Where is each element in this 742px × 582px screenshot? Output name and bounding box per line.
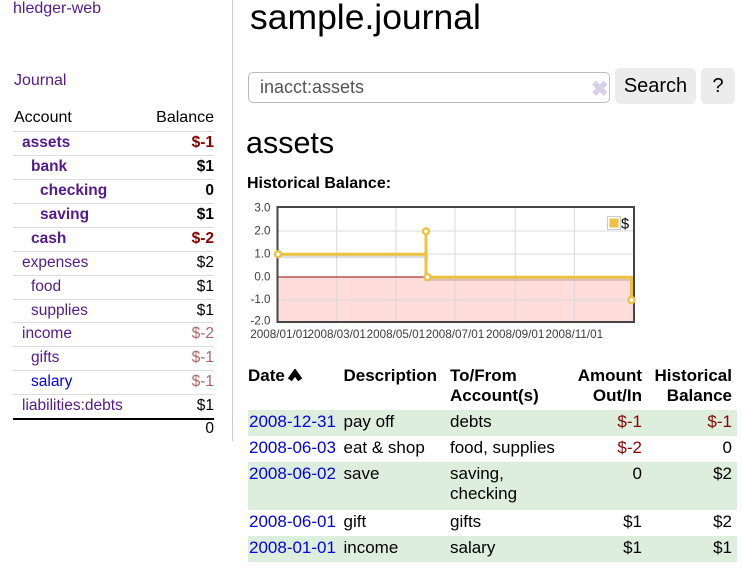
svg-text:2008/03/01: 2008/03/01 [307,328,366,341]
svg-text:2008/11/01: 2008/11/01 [545,328,603,341]
svg-text:2008/07/01: 2008/07/01 [426,328,485,341]
svg-text:2008/05/01: 2008/05/01 [367,328,426,341]
svg-text:3.0: 3.0 [254,202,270,215]
svg-text:$: $ [621,217,629,233]
svg-text:2.0: 2.0 [254,225,270,238]
svg-text:1.0: 1.0 [254,248,270,261]
svg-text:-2.0: -2.0 [251,314,271,327]
svg-text:2008/09/01: 2008/09/01 [486,328,545,341]
svg-text:2008/01/01: 2008/01/01 [250,328,309,341]
svg-text:-1.0: -1.0 [251,293,271,306]
svg-text:0.0: 0.0 [254,271,270,284]
